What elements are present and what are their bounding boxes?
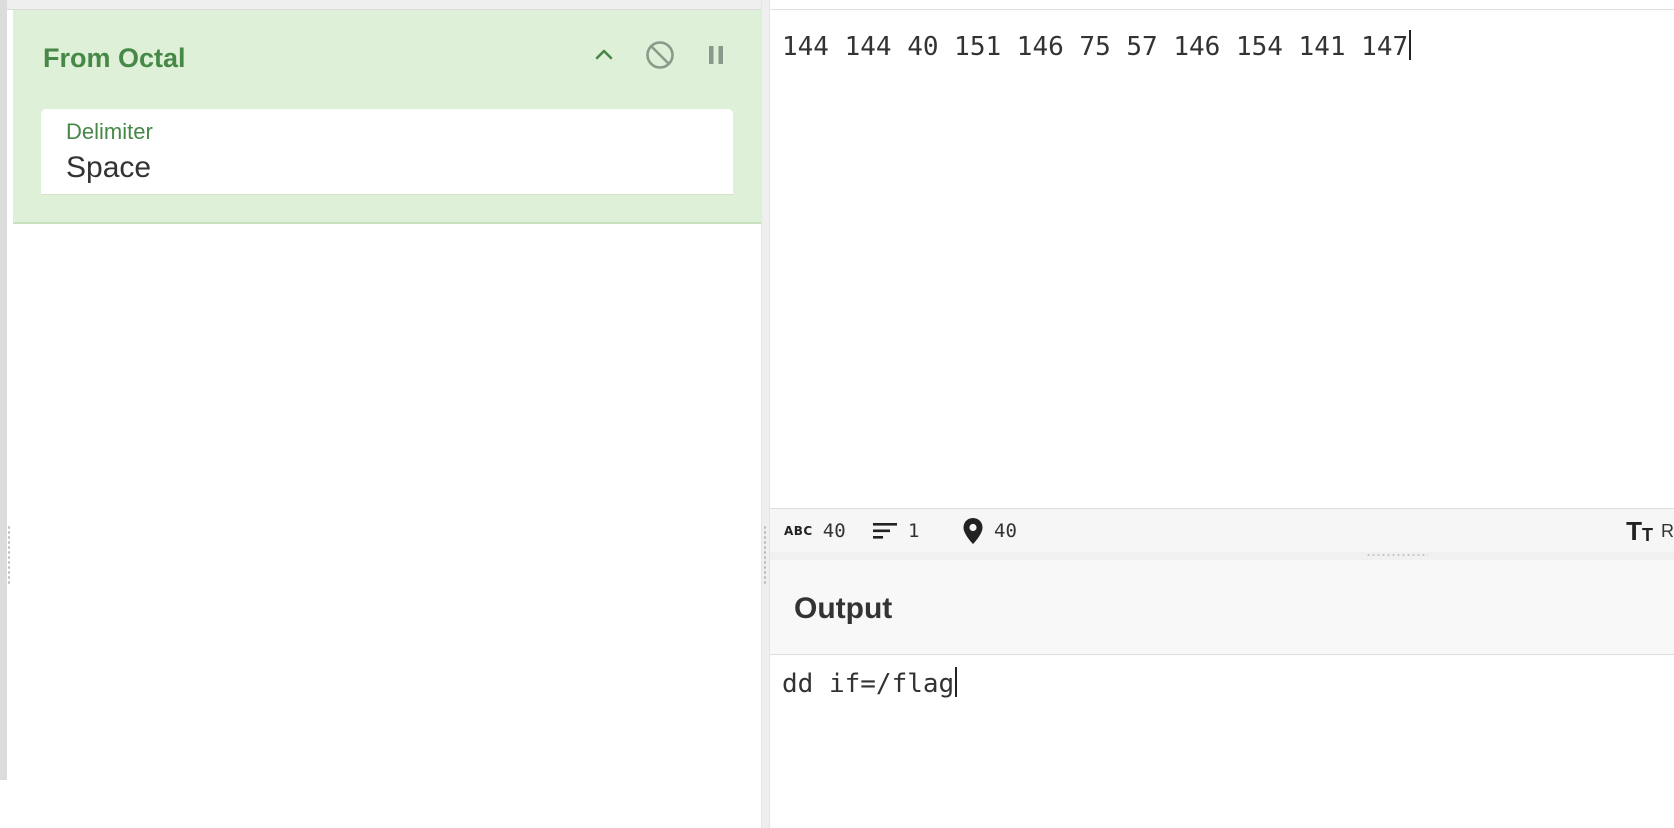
left-resize-handle[interactable]	[7, 525, 11, 585]
operation-title: From Octal	[43, 43, 186, 73]
lines-value: 1	[908, 520, 920, 542]
chevron-up-icon	[595, 49, 613, 60]
panel-divider[interactable]	[761, 0, 770, 828]
window-left-edge-lower	[0, 780, 7, 828]
pause-icon	[709, 46, 723, 64]
disable-icon	[646, 41, 674, 69]
position-stat: 40	[962, 509, 1017, 553]
collapse-button[interactable]	[587, 38, 621, 72]
recipe-top-strip	[7, 0, 761, 10]
recipe-panel: From Octal Delimiter Space	[13, 10, 761, 828]
delimiter-field[interactable]: Delimiter Space	[41, 109, 733, 194]
length-value: 40	[822, 520, 846, 542]
lines-stat: 1	[872, 509, 919, 553]
lines-icon	[873, 523, 897, 539]
divider-grip-icon[interactable]	[763, 525, 767, 585]
output-text-line[interactable]: dd if=/flag	[782, 667, 958, 699]
resize-grip-icon[interactable]	[1366, 553, 1428, 558]
window-left-edge	[0, 0, 7, 780]
output-header: Output	[770, 560, 1674, 655]
location-pin-icon	[963, 518, 983, 544]
breakpoint-button[interactable]	[699, 38, 733, 72]
delimiter-value[interactable]: Space	[66, 151, 151, 185]
position-value: 40	[994, 520, 1017, 542]
output-editor[interactable]: dd if=/flag	[770, 655, 1674, 828]
input-editor[interactable]: 144 144 40 151 146 75 57 146 154 141 147	[770, 10, 1674, 508]
delimiter-label: Delimiter	[66, 119, 153, 144]
output-caret	[955, 667, 958, 697]
font-control[interactable]: TT R	[1626, 509, 1674, 553]
input-text[interactable]: 144 144 40 151 146 75 57 146 154 141 147	[782, 32, 1408, 62]
font-label[interactable]: R	[1661, 521, 1674, 542]
text-caret	[1409, 30, 1412, 60]
text-size-icon[interactable]: TT	[1626, 518, 1653, 544]
length-stat: ABC 40	[784, 509, 846, 553]
operation-controls	[587, 38, 733, 72]
disable-button[interactable]	[643, 38, 677, 72]
io-resizer[interactable]	[770, 552, 1674, 560]
abc-icon: ABC	[784, 524, 813, 538]
input-status-bar: ABC 40 1 40 TT R	[770, 508, 1674, 553]
input-text-line[interactable]: 144 144 40 151 146 75 57 146 154 141 147	[782, 30, 1412, 62]
output-title: Output	[794, 592, 893, 625]
output-text[interactable]: dd if=/flag	[782, 669, 954, 699]
operation-card[interactable]: From Octal Delimiter Space	[13, 10, 761, 224]
input-top-strip	[770, 0, 1674, 10]
